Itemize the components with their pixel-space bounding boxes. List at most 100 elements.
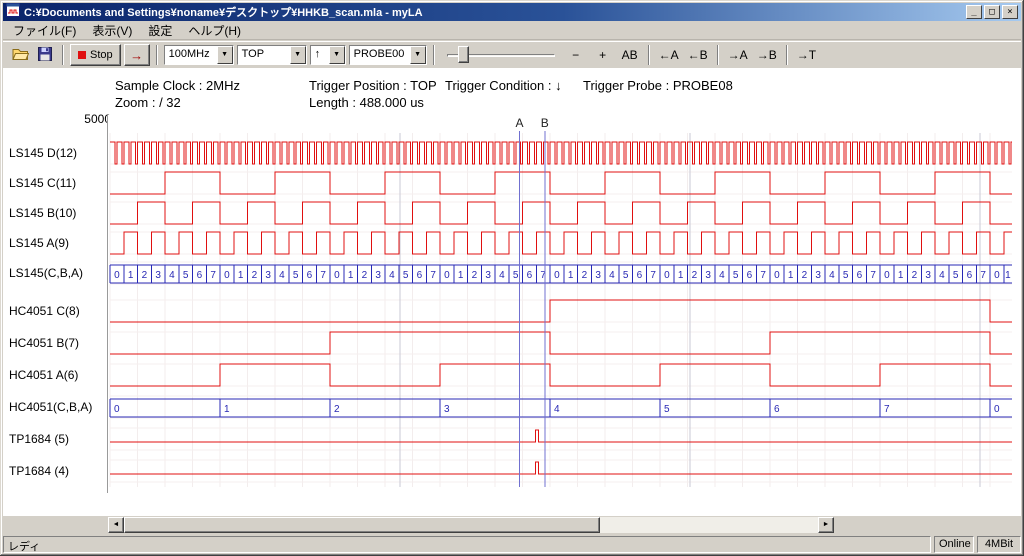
- trigger-position-select[interactable]: TOP ▼: [237, 45, 307, 65]
- svg-text:6: 6: [967, 270, 973, 281]
- svg-text:1: 1: [128, 270, 134, 281]
- minimize-button[interactable]: _: [966, 5, 982, 19]
- svg-text:2: 2: [692, 270, 698, 281]
- svg-text:0: 0: [334, 270, 340, 281]
- svg-text:1: 1: [238, 270, 244, 281]
- channel-label: LS145 C(11): [9, 172, 106, 194]
- toolbar-separator: [786, 45, 788, 65]
- scrollbar-thumb[interactable]: [124, 517, 600, 533]
- svg-text:0: 0: [994, 404, 1000, 415]
- chevron-down-icon[interactable]: ▼: [217, 46, 233, 64]
- svg-text:3: 3: [705, 270, 711, 281]
- svg-text:7: 7: [980, 270, 986, 281]
- menu-help[interactable]: ヘルプ(H): [180, 20, 249, 41]
- save-icon: [38, 47, 52, 64]
- svg-text:4: 4: [829, 270, 835, 281]
- maximize-button[interactable]: □: [984, 5, 1000, 19]
- goto-cursor-a-left-button[interactable]: ←A: [656, 44, 682, 66]
- titlebar[interactable]: C:¥Documents and Settings¥noname¥デスクトップ¥…: [3, 3, 1021, 21]
- zoom-info: Zoom : / 32: [115, 95, 181, 110]
- zoom-slider-thumb[interactable]: [458, 46, 469, 63]
- run-button[interactable]: →: [124, 44, 150, 66]
- svg-text:5: 5: [953, 270, 959, 281]
- svg-text:1: 1: [568, 270, 574, 281]
- svg-text:7: 7: [320, 270, 326, 281]
- horizontal-scrollbar[interactable]: ◄ ►: [108, 517, 834, 533]
- toolbar-separator: [62, 45, 64, 65]
- svg-text:6: 6: [637, 270, 643, 281]
- chevron-down-icon[interactable]: ▼: [290, 46, 306, 64]
- trigger-condition-info: Trigger Condition : ↓: [445, 78, 562, 93]
- svg-text:6: 6: [527, 270, 533, 281]
- svg-text:7: 7: [884, 404, 890, 415]
- svg-text:3: 3: [444, 404, 450, 415]
- svg-text:1: 1: [898, 270, 904, 281]
- channel-label: HC4051 A(6): [9, 364, 106, 386]
- open-file-button[interactable]: [9, 44, 31, 66]
- menu-view[interactable]: 表示(V): [84, 20, 140, 41]
- save-file-button[interactable]: [34, 44, 56, 66]
- channel-label: LS145(C,B,A): [9, 262, 106, 284]
- sample-clock-select[interactable]: 100MHz ▼: [164, 45, 234, 65]
- svg-text:0: 0: [224, 270, 230, 281]
- zoom-out-button[interactable]: −: [564, 44, 588, 66]
- svg-text:3: 3: [925, 270, 931, 281]
- stop-icon: [78, 51, 86, 59]
- chevron-down-icon[interactable]: ▼: [329, 46, 345, 64]
- svg-text:6: 6: [774, 404, 780, 415]
- svg-text:2: 2: [472, 270, 478, 281]
- stop-button[interactable]: Stop: [70, 44, 121, 66]
- goto-cursor-b-right-button[interactable]: →B: [754, 44, 780, 66]
- channel-label: HC4051(C,B,A): [9, 396, 106, 418]
- channel-label: TP1684 (5): [9, 428, 106, 450]
- channel-label: TP1684 (4): [9, 460, 106, 482]
- svg-text:2: 2: [142, 270, 148, 281]
- app-icon: [6, 3, 20, 22]
- svg-text:3: 3: [375, 270, 381, 281]
- svg-text:4: 4: [279, 270, 285, 281]
- svg-text:7: 7: [650, 270, 656, 281]
- svg-text:2: 2: [334, 404, 340, 415]
- svg-text:6: 6: [417, 270, 423, 281]
- svg-text:4: 4: [719, 270, 725, 281]
- svg-text:6: 6: [307, 270, 313, 281]
- svg-text:7: 7: [430, 270, 436, 281]
- menu-settings[interactable]: 設定: [140, 20, 180, 41]
- svg-text:0: 0: [444, 270, 450, 281]
- svg-text:0: 0: [884, 270, 890, 281]
- toolbar-separator: [156, 45, 158, 65]
- zoom-slider[interactable]: [445, 44, 557, 66]
- scroll-left-icon[interactable]: ◄: [108, 517, 124, 533]
- folder-open-icon: [12, 47, 29, 64]
- probe-select[interactable]: PROBE00 ▼: [349, 45, 427, 65]
- svg-text:0: 0: [994, 270, 1000, 281]
- waveform-canvas[interactable]: 0123456701234567012345670123456701234567…: [107, 115, 1015, 493]
- svg-text:2: 2: [912, 270, 918, 281]
- goto-cursor-b-left-button[interactable]: ←B: [685, 44, 711, 66]
- svg-text:0: 0: [774, 270, 780, 281]
- trigger-edge-select[interactable]: ↑ ▼: [310, 45, 346, 65]
- svg-text:5: 5: [623, 270, 629, 281]
- zoom-in-button[interactable]: +: [591, 44, 615, 66]
- scroll-right-icon[interactable]: ►: [818, 517, 834, 533]
- svg-text:0: 0: [114, 404, 120, 415]
- svg-text:3: 3: [595, 270, 601, 281]
- svg-text:4: 4: [609, 270, 615, 281]
- goto-trigger-button[interactable]: →T: [794, 44, 819, 66]
- chevron-down-icon[interactable]: ▼: [410, 46, 426, 64]
- svg-text:1: 1: [458, 270, 464, 281]
- goto-cursor-a-right-button[interactable]: →A: [725, 44, 751, 66]
- menu-file[interactable]: ファイル(F): [5, 20, 84, 41]
- cursor-b-label: B: [541, 116, 549, 130]
- trigger-probe-info: Trigger Probe : PROBE08: [583, 78, 733, 93]
- menubar: ファイル(F) 表示(V) 設定 ヘルプ(H): [3, 22, 1021, 40]
- toolbar-separator: [433, 45, 435, 65]
- svg-text:6: 6: [197, 270, 203, 281]
- sample-clock-value: 100MHz: [165, 46, 217, 64]
- cursor-a-label: A: [516, 116, 524, 130]
- svg-text:3: 3: [815, 270, 821, 281]
- ab-cursor-button[interactable]: AB: [618, 44, 642, 66]
- close-button[interactable]: ×: [1002, 5, 1018, 19]
- svg-text:3: 3: [155, 270, 161, 281]
- svg-text:7: 7: [210, 270, 216, 281]
